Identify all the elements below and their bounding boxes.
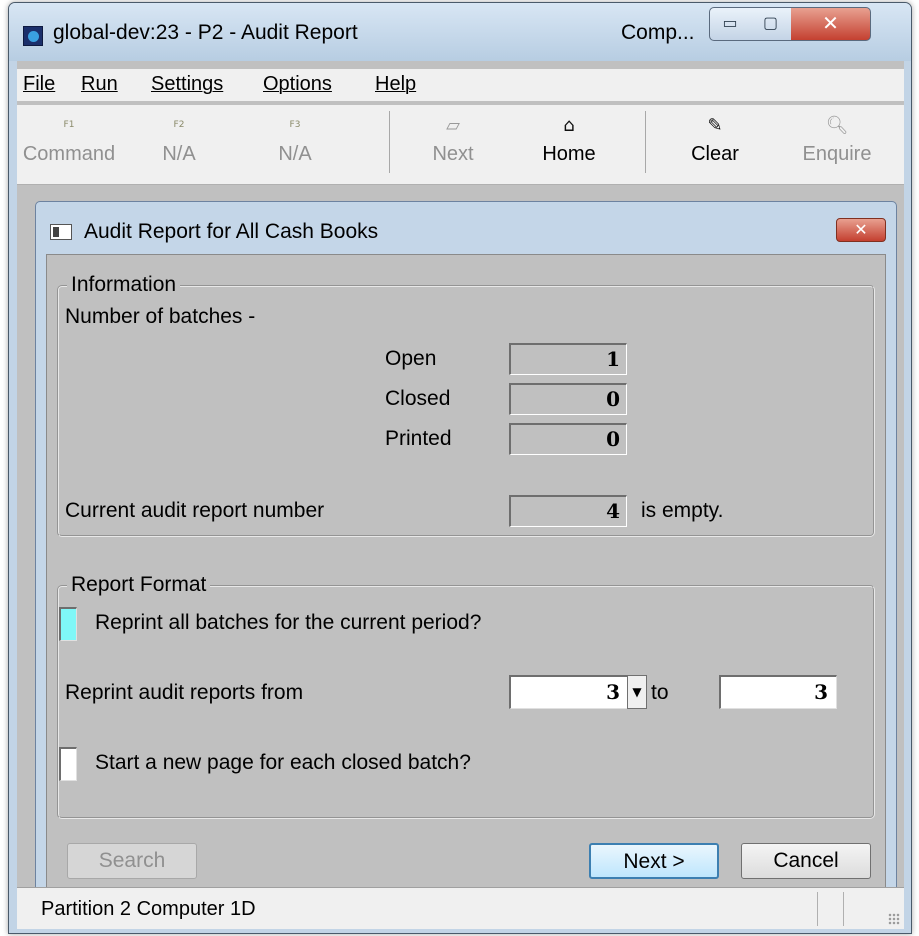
status-divider bbox=[843, 892, 844, 926]
new-page-label: Start a new page for each closed batch? bbox=[95, 751, 471, 774]
open-label: Open bbox=[385, 347, 437, 370]
menu-help[interactable]: Help bbox=[375, 73, 416, 96]
close-icon: ✕ bbox=[854, 220, 868, 239]
cancel-button-label: Cancel bbox=[773, 849, 839, 872]
toolbar-separator bbox=[389, 111, 390, 173]
toolbar-f2-button[interactable]: F2 N/A bbox=[129, 105, 229, 185]
report-format-group: Report Format Reprint all batches for th… bbox=[57, 573, 875, 819]
toolbar-command-button[interactable]: F1 Command bbox=[19, 105, 119, 185]
information-legend: Information bbox=[67, 273, 181, 297]
toolbar-f2-label: N/A bbox=[162, 143, 196, 165]
toolbar-enquire-label: Enquire bbox=[802, 143, 872, 165]
status-divider bbox=[817, 892, 818, 926]
menu-file[interactable]: File bbox=[23, 73, 55, 96]
magnifier-icon: 🔍︎ bbox=[825, 115, 849, 136]
minimize-icon: ▭ bbox=[722, 13, 738, 32]
window-title-truncated: Comp... bbox=[621, 21, 695, 44]
reprint-to-input[interactable]: 3 bbox=[719, 675, 837, 709]
toolbar-next-label: Next bbox=[432, 143, 474, 165]
search-button-label: Search bbox=[98, 849, 166, 872]
clear-icon: ✎ bbox=[707, 115, 723, 136]
dialog-titlebar[interactable]: Audit Report for All Cash Books ✕ bbox=[36, 202, 896, 254]
search-button[interactable]: Search bbox=[67, 843, 197, 879]
toolbar-f3-button[interactable]: F3 N/A bbox=[245, 105, 345, 185]
next-button-label: Next > bbox=[623, 850, 685, 873]
f2-key-icon: F2 bbox=[173, 120, 185, 130]
toolbar-f3-label: N/A bbox=[278, 143, 312, 165]
reprint-all-checkbox[interactable] bbox=[59, 607, 77, 641]
reprint-all-label: Reprint all batches for the current peri… bbox=[95, 611, 482, 634]
resize-grip-icon[interactable] bbox=[888, 913, 900, 925]
window-title: global-dev:23 - P2 - Audit Report bbox=[53, 21, 358, 44]
app-icon bbox=[23, 26, 43, 46]
reprint-from-label: Reprint audit reports from bbox=[65, 681, 304, 704]
statusbar: Partition 2 Computer 1D bbox=[17, 887, 904, 929]
reprint-from-dropdown-button[interactable]: ▼ bbox=[627, 675, 647, 709]
home-icon: ⌂ bbox=[563, 115, 575, 136]
chevron-down-icon: ▼ bbox=[632, 685, 642, 699]
toolbar-home-label: Home bbox=[542, 143, 596, 165]
toolbar-enquire-button[interactable]: 🔍︎ Enquire bbox=[787, 105, 887, 185]
new-page-checkbox[interactable] bbox=[59, 747, 77, 781]
minimize-button[interactable]: ▭ bbox=[709, 7, 751, 41]
menu-options[interactable]: Options bbox=[263, 73, 332, 96]
cancel-button[interactable]: Cancel bbox=[741, 843, 871, 879]
dialog-title: Audit Report for All Cash Books bbox=[84, 220, 379, 243]
open-count-field: 1 bbox=[509, 343, 627, 375]
information-group: Information Number of batches - Open 1 C… bbox=[57, 273, 875, 537]
audit-report-number-label: Current audit report number bbox=[65, 499, 325, 522]
f3-key-icon: F3 bbox=[289, 120, 301, 130]
dialog-close-button[interactable]: ✕ bbox=[836, 218, 886, 242]
maximize-button[interactable]: ▢ bbox=[750, 7, 792, 41]
toolbar: F1 Command F2 N/A F3 N/A ▱ Next ⌂ Home ✎… bbox=[17, 105, 904, 185]
client-area: File Run Settings Options Help F1 Comman… bbox=[17, 61, 904, 929]
form-icon bbox=[50, 224, 72, 240]
status-text: Partition 2 Computer 1D bbox=[41, 898, 256, 920]
application-window: global-dev:23 - P2 - Audit Report Comp..… bbox=[8, 2, 912, 934]
close-icon: ✕ bbox=[822, 11, 839, 35]
report-format-legend: Report Format bbox=[67, 573, 211, 597]
closed-label: Closed bbox=[385, 387, 451, 410]
next-button[interactable]: Next > bbox=[589, 843, 719, 879]
dialog-body: Information Number of batches - Open 1 C… bbox=[46, 254, 886, 894]
toolbar-clear-button[interactable]: ✎ Clear bbox=[665, 105, 765, 185]
f1-key-icon: F1 bbox=[63, 120, 75, 130]
toolbar-command-label: Command bbox=[22, 143, 116, 165]
toolbar-clear-label: Clear bbox=[691, 143, 739, 165]
toolbar-separator bbox=[645, 111, 646, 173]
reprint-from-input[interactable]: 3 bbox=[509, 675, 629, 709]
maximize-icon: ▢ bbox=[762, 13, 779, 32]
closed-count-field: 0 bbox=[509, 383, 627, 415]
reprint-to-label: to bbox=[651, 681, 669, 704]
menu-settings[interactable]: Settings bbox=[151, 73, 223, 96]
window-titlebar[interactable]: global-dev:23 - P2 - Audit Report Comp..… bbox=[9, 3, 911, 61]
audit-report-dialog: Audit Report for All Cash Books ✕ Inform… bbox=[35, 201, 897, 902]
menubar: File Run Settings Options Help bbox=[17, 69, 904, 101]
next-page-icon: ▱ bbox=[446, 115, 460, 136]
close-button[interactable]: ✕ bbox=[791, 7, 871, 41]
toolbar-next-button[interactable]: ▱ Next bbox=[403, 105, 503, 185]
audit-report-status: is empty. bbox=[641, 499, 724, 522]
printed-count-field: 0 bbox=[509, 423, 627, 455]
menu-run[interactable]: Run bbox=[81, 73, 118, 96]
printed-label: Printed bbox=[385, 427, 452, 450]
audit-report-number-field: 4 bbox=[509, 495, 627, 527]
batches-label: Number of batches - bbox=[65, 305, 256, 328]
toolbar-home-button[interactable]: ⌂ Home bbox=[519, 105, 619, 185]
